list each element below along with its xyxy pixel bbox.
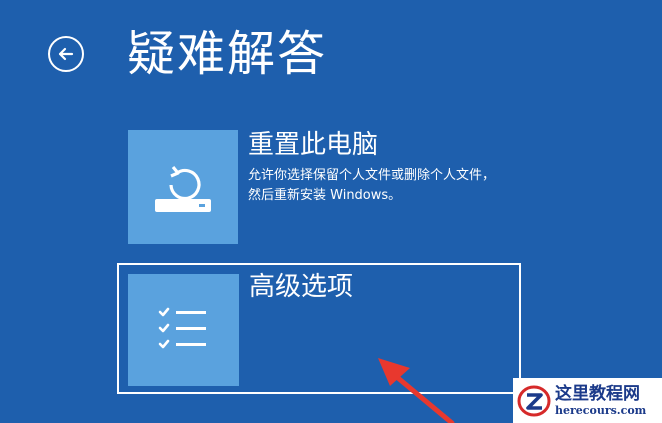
- z-logo-icon: [517, 385, 551, 416]
- reset-option-description: 允许你选择保留个人文件或删除个人文件，然后重新安装 Windows。: [248, 168, 496, 203]
- advanced-options-tile: [128, 274, 239, 386]
- watermark: 这里教程网 herecours.com: [513, 378, 662, 423]
- reset-option-title: 重置此电脑: [248, 130, 379, 160]
- back-button[interactable]: [48, 36, 84, 72]
- reset-pc-tile: [128, 130, 238, 244]
- checklist-icon: [158, 307, 206, 349]
- reset-this-pc-option[interactable]: 重置此电脑 允许你选择保留个人文件或删除个人文件，然后重新安装 Windows。: [128, 130, 518, 246]
- reset-pc-icon: [155, 165, 211, 212]
- page-title: 疑难解答: [127, 26, 328, 82]
- red-pointer-arrow-icon: [378, 358, 455, 423]
- watermark-name: 这里教程网: [555, 383, 640, 404]
- back-arrow-icon: [58, 47, 74, 61]
- watermark-url: herecours.com: [555, 403, 647, 417]
- advanced-option-title: 高级选项: [249, 272, 354, 302]
